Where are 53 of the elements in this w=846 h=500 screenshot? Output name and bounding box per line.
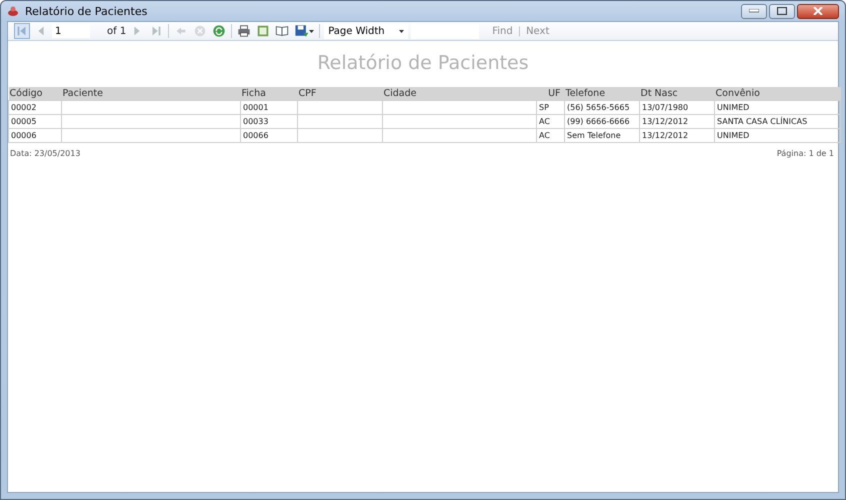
app-icon — [7, 5, 19, 17]
report-title: Relatório de Pacientes — [316, 52, 530, 74]
save-button[interactable] — [293, 23, 316, 39]
page-number-field[interactable]: 1 — [52, 24, 90, 38]
page-setup-icon — [275, 23, 290, 39]
table-cell: 00033 — [240, 114, 298, 128]
window-title: Relatório de Pacientes — [25, 4, 148, 18]
print-icon — [237, 23, 252, 39]
caret-icon — [309, 30, 314, 32]
page-layout-icon — [256, 23, 270, 39]
column-header: Ficha — [240, 87, 298, 100]
table-cell: AC — [536, 128, 564, 142]
page-setup-button[interactable] — [274, 23, 290, 39]
table-cell: Sem Telefone — [564, 128, 640, 142]
table-cell: SANTA CASA CLÍNICAS — [714, 114, 840, 128]
caret-icon — [399, 30, 404, 32]
zoom-dropdown[interactable]: Page Width — [324, 24, 408, 38]
column-header: Dt Nasc — [640, 87, 714, 100]
maximize-icon — [777, 7, 787, 15]
refresh-button[interactable] — [211, 23, 228, 39]
column-header: Cidade — [382, 87, 536, 100]
table-cell: 00006 — [8, 128, 62, 142]
page-count: of 1 — [107, 26, 126, 36]
table-cell: UNIMED — [714, 128, 840, 142]
column-header: Convênio — [714, 87, 840, 100]
save-icon — [294, 23, 310, 39]
table-cell: 00001 — [240, 100, 298, 114]
print-button[interactable] — [236, 23, 252, 39]
table-cell: 00005 — [8, 114, 62, 128]
table-cell: 00066 — [240, 128, 298, 142]
find-field[interactable] — [411, 24, 480, 38]
table-cell: 13/07/1980 — [640, 100, 714, 114]
column-header: Código — [8, 87, 62, 100]
column-header: Telefone — [564, 87, 640, 100]
separator-text: | — [518, 26, 522, 36]
table-cell: AC — [536, 114, 564, 128]
table-cell: 13/12/2012 — [640, 128, 714, 142]
column-header: Paciente — [62, 87, 240, 100]
minimize-button[interactable] — [741, 4, 767, 18]
table-cell: UNIMED — [714, 100, 840, 114]
close-button[interactable] — [797, 4, 839, 18]
close-icon — [813, 7, 823, 15]
table-cell: (56) 5656-5665 — [564, 100, 640, 114]
page-number: Página: 1 de 1 — [776, 149, 834, 158]
refresh-icon — [212, 23, 226, 39]
table-cell: (99) 6666-6666 — [564, 114, 640, 128]
table-cell: SP — [536, 100, 564, 114]
table-cell: 00002 — [8, 100, 62, 114]
report-date: Data: 23/05/2013 — [10, 149, 80, 158]
table-cell: 13/12/2012 — [640, 114, 714, 128]
minimize-icon — [749, 9, 759, 13]
maximize-button[interactable] — [769, 4, 795, 18]
column-header: CPF — [298, 87, 382, 100]
